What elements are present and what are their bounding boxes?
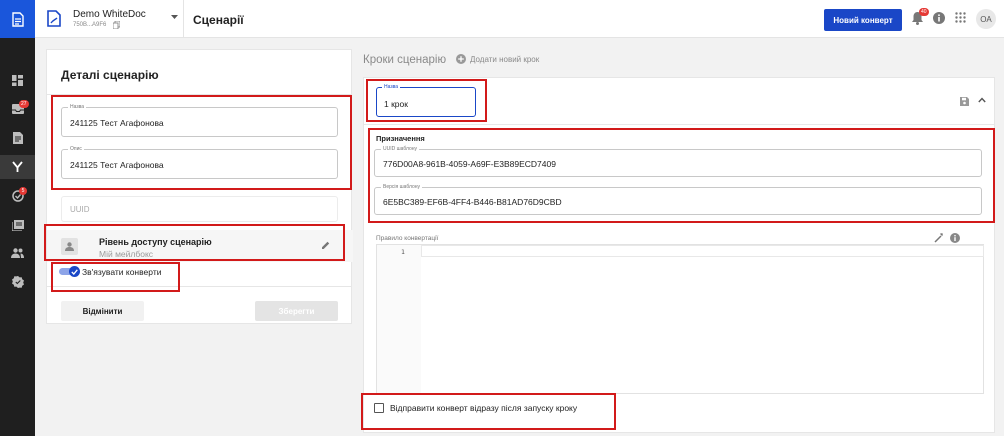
step-name-label: Назва — [382, 84, 401, 90]
info-icon[interactable] — [933, 12, 945, 24]
sidebar-item-library[interactable] — [0, 213, 35, 237]
line-number: 1 — [401, 248, 405, 256]
sidebar-item-users[interactable] — [0, 241, 35, 265]
scenario-description-field[interactable]: Опис 241125 Тест Агафонова — [61, 146, 338, 179]
step-divider — [364, 124, 994, 125]
document-list-icon — [12, 132, 23, 144]
sidebar-item-inbox[interactable]: 27 — [0, 97, 35, 121]
code-line[interactable] — [421, 245, 984, 257]
workspace-dropdown-icon[interactable] — [171, 15, 178, 20]
add-step-label: Додати новий крок — [470, 54, 540, 64]
conversion-rule-label: Правило конвертації — [376, 235, 439, 242]
access-level-row[interactable]: Рівень доступу сценарію Мій мейлбокс — [47, 230, 353, 262]
sidebar-item-dashboard[interactable] — [0, 68, 35, 92]
details-divider — [47, 94, 351, 95]
cancel-button[interactable]: Відмінити — [61, 301, 144, 321]
notifications-badge: 40 — [919, 8, 929, 16]
send-immediately-option[interactable]: Відправити конверт відразу після запуску… — [374, 403, 577, 413]
sidebar-item-scenarios[interactable] — [0, 155, 35, 179]
scenario-branch-icon — [12, 161, 23, 172]
header-separator — [183, 0, 184, 38]
document-icon — [11, 11, 24, 27]
conversion-rule-editor[interactable]: 1 — [376, 244, 984, 394]
info-icon[interactable] — [950, 233, 960, 243]
scenario-details-panel: Деталі сценарію Назва 241125 Тест Агафон… — [46, 49, 353, 324]
scenario-name-value: 241125 Тест Агафонова — [70, 118, 164, 128]
person-icon — [65, 242, 74, 251]
step-name-value: 1 крок — [384, 99, 408, 109]
edit-pencil-icon[interactable] — [322, 241, 330, 249]
sidebar: 27 5 — [0, 0, 35, 436]
scenario-name-field[interactable]: Назва 241125 Тест Агафонова — [61, 104, 338, 137]
library-icon — [11, 219, 24, 231]
page-title: Сценарії — [193, 13, 244, 27]
check-icon — [71, 268, 78, 275]
dashboard-icon — [12, 74, 23, 86]
step-name-field[interactable]: Назва 1 крок — [376, 84, 476, 117]
sidebar-item-documents[interactable] — [0, 126, 35, 150]
send-immediately-checkbox[interactable] — [374, 403, 384, 413]
uuid-field[interactable]: UUID — [61, 196, 338, 222]
send-immediately-label: Відправити конверт відразу після запуску… — [390, 403, 578, 413]
chevron-up-icon[interactable] — [978, 97, 986, 103]
template-version-value: 6E5BC389-EF6B-4FF4-B446-B81AD76D9CBD — [383, 197, 562, 207]
toggle-knob — [69, 266, 80, 277]
new-envelope-button[interactable]: Новий конверт — [824, 9, 902, 31]
link-envelopes-label: Зв'язувати конверти — [82, 267, 162, 277]
notifications-button[interactable]: 40 — [912, 8, 929, 28]
save-step-icon[interactable] — [960, 97, 969, 106]
template-uuid-field[interactable]: UUID шаблону 776D00A8-961B-4059-A69F-E3B… — [374, 146, 982, 177]
add-step-button[interactable]: Додати новий крок — [456, 54, 539, 64]
scenario-description-label: Опис — [68, 146, 84, 152]
template-uuid-value: 776D00A8-961B-4059-A69F-E3B89ECD7409 — [383, 159, 556, 169]
access-level-title: Рівень доступу сценарію — [99, 237, 212, 247]
uuid-placeholder: UUID — [70, 205, 90, 214]
template-uuid-label: UUID шаблону — [381, 146, 420, 152]
top-header: Demo WhiteDoc 750B...A9F6 Сценарії Новий… — [35, 0, 1004, 38]
step-card: Назва 1 крок Призначення UUID шаблону 77… — [363, 77, 995, 433]
destination-section: UUID шаблону 776D00A8-961B-4059-A69F-E3B… — [374, 144, 984, 218]
tasks-badge: 5 — [19, 187, 27, 195]
copy-icon[interactable] — [113, 21, 120, 29]
magic-wand-icon[interactable] — [934, 233, 944, 243]
destination-label: Призначення — [376, 134, 425, 143]
details-title: Деталі сценарію — [61, 68, 159, 82]
apps-grid-icon[interactable] — [955, 12, 966, 23]
scenario-description-value: 241125 Тест Агафонова — [70, 160, 164, 170]
save-button[interactable]: Зберегти — [255, 301, 338, 321]
workspace-id: 750B...A9F6 — [73, 22, 107, 28]
workspace-document-icon — [47, 10, 61, 27]
settings-badge-icon — [11, 276, 24, 288]
access-level-value: Мій мейлбокс — [99, 249, 154, 259]
user-avatar[interactable]: ОА — [976, 9, 996, 29]
template-version-field[interactable]: Версія шаблону 6E5BC389-EF6B-4FF4-B446-B… — [374, 184, 982, 215]
steps-title: Кроки сценарію — [363, 54, 447, 66]
users-icon — [11, 248, 24, 258]
workspace-name[interactable]: Demo WhiteDoc — [73, 9, 146, 20]
actions-divider — [47, 286, 351, 287]
line-gutter: 1 — [377, 245, 421, 393]
add-circle-icon — [456, 54, 466, 64]
sidebar-item-settings[interactable] — [0, 270, 35, 294]
sidebar-item-tasks[interactable]: 5 — [0, 184, 35, 208]
template-version-label: Версія шаблону — [381, 184, 423, 190]
access-avatar — [61, 238, 78, 255]
code-tools — [934, 233, 960, 243]
app-logo[interactable] — [0, 0, 35, 38]
scenario-name-label: Назва — [68, 104, 87, 110]
inbox-badge: 27 — [19, 100, 29, 108]
link-envelopes-toggle[interactable] — [59, 266, 81, 277]
